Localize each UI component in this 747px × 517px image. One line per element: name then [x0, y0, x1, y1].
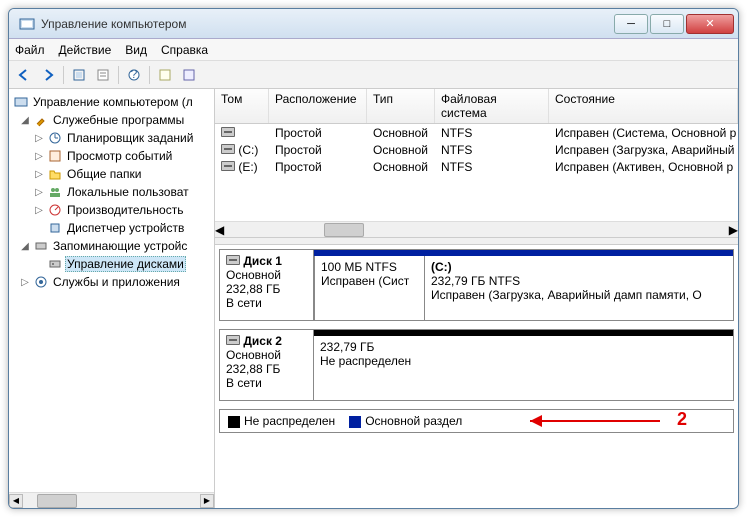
col-type[interactable]: Тип: [367, 89, 435, 123]
scroll-left-icon[interactable]: ◀: [9, 494, 23, 508]
window: Управление компьютером ─ □ ✕ Файл Действ…: [8, 8, 739, 509]
volume-icon: [221, 161, 235, 171]
close-button[interactable]: ✕: [686, 14, 734, 34]
menu-action[interactable]: Действие: [59, 43, 112, 57]
col-layout[interactable]: Расположение: [269, 89, 367, 123]
tree-hscrollbar[interactable]: ◀ ▶: [9, 492, 214, 508]
tree-eventviewer[interactable]: ▷ Просмотр событий: [9, 147, 214, 165]
maximize-button[interactable]: □: [650, 14, 684, 34]
disk-1-info: Диск 1 Основной 232,88 ГБ В сети: [220, 250, 314, 320]
expand-icon[interactable]: ▷: [33, 187, 45, 198]
scroll-thumb[interactable]: [37, 494, 77, 508]
scroll-right-icon[interactable]: ▶: [729, 223, 738, 237]
help-button[interactable]: ?: [123, 64, 145, 86]
disk-2[interactable]: Диск 2 Основной 232,88 ГБ В сети 232,79 …: [219, 329, 734, 401]
grid-hscrollbar[interactable]: ◀ ▶: [215, 221, 738, 237]
tree-root[interactable]: Управление компьютером (л: [9, 93, 214, 111]
disk-layout-panel: Диск 1 Основной 232,88 ГБ В сети 100 МБ …: [215, 245, 738, 508]
legend: Не распределен Основной раздел: [219, 409, 734, 433]
properties-button[interactable]: [92, 64, 114, 86]
svg-text:?: ?: [131, 68, 138, 81]
tree-diskmgmt[interactable]: Управление дисками: [9, 255, 214, 273]
volume-icon: [221, 127, 235, 137]
event-icon: [47, 148, 63, 164]
tree-storage[interactable]: ◢ Запоминающие устройс: [9, 237, 214, 255]
forward-button[interactable]: [37, 64, 59, 86]
disk-icon: Диск 1: [226, 254, 307, 268]
disk-1-partition-1[interactable]: 100 МБ NTFS Исправен (Сист: [314, 256, 424, 320]
collapse-icon[interactable]: ◢: [19, 241, 31, 252]
legend-unallocated: Не распределен: [228, 414, 335, 428]
volume-row[interactable]: (E:) Простой Основной NTFS Исправен (Акт…: [215, 158, 738, 175]
storage-icon: [33, 238, 49, 254]
disk-2-info: Диск 2 Основной 232,88 ГБ В сети: [220, 330, 314, 400]
tree-scheduler[interactable]: ▷ Планировщик заданий: [9, 129, 214, 147]
menu-view[interactable]: Вид: [125, 43, 147, 57]
expand-icon[interactable]: ▷: [33, 151, 45, 162]
list-button[interactable]: [178, 64, 200, 86]
tree-devmgr[interactable]: Диспетчер устройств: [9, 219, 214, 237]
tools-icon: [33, 112, 49, 128]
disk-1-partition-2[interactable]: (C:) 232,79 ГБ NTFS Исправен (Загрузка, …: [424, 256, 733, 320]
scroll-thumb[interactable]: [324, 223, 364, 237]
legend-primary: Основной раздел: [349, 414, 462, 428]
minimize-button[interactable]: ─: [614, 14, 648, 34]
back-button[interactable]: [13, 64, 35, 86]
scroll-right-icon[interactable]: ▶: [200, 494, 214, 508]
toolbar: ?: [9, 61, 738, 89]
expand-icon[interactable]: ▷: [33, 205, 45, 216]
volume-grid-body: Простой Основной NTFS Исправен (Система,…: [215, 124, 738, 175]
scroll-left-icon[interactable]: ◀: [215, 223, 224, 237]
tree-panel: Управление компьютером (л ◢ Служебные пр…: [9, 89, 215, 508]
app-icon: [19, 16, 35, 32]
tree-utilities[interactable]: ◢ Служебные программы: [9, 111, 214, 129]
tree-services[interactable]: ▷ Службы и приложения: [9, 273, 214, 291]
disk-icon: Диск 2: [226, 334, 307, 348]
col-status[interactable]: Состояние: [549, 89, 738, 123]
menu-help[interactable]: Справка: [161, 43, 208, 57]
expand-icon[interactable]: ▷: [33, 133, 45, 144]
volume-row[interactable]: Простой Основной NTFS Исправен (Система,…: [215, 124, 738, 141]
device-icon: [47, 220, 63, 236]
mmc-icon: [13, 94, 29, 110]
disk-icon: [47, 256, 63, 272]
tree-perf[interactable]: ▷ Производительность: [9, 201, 214, 219]
content-panel: Том Расположение Тип Файловая система Со…: [215, 89, 738, 508]
refresh-button[interactable]: [154, 64, 176, 86]
volume-icon: [221, 144, 235, 154]
menu-file[interactable]: Файл: [15, 43, 45, 57]
menubar: Файл Действие Вид Справка: [9, 39, 738, 61]
tree-shared[interactable]: ▷ Общие папки: [9, 165, 214, 183]
users-icon: [47, 184, 63, 200]
collapse-icon[interactable]: ◢: [19, 115, 31, 126]
tree-localusers[interactable]: ▷ Локальные пользоват: [9, 183, 214, 201]
splitter[interactable]: [215, 237, 738, 245]
up-button[interactable]: [68, 64, 90, 86]
disk-2-unallocated[interactable]: 232,79 ГБ Не распределен: [314, 336, 733, 400]
volume-row[interactable]: (C:) Простой Основной NTFS Исправен (Заг…: [215, 141, 738, 158]
services-icon: [33, 274, 49, 290]
volume-grid-header: Том Расположение Тип Файловая система Со…: [215, 89, 738, 124]
window-title: Управление компьютером: [41, 17, 614, 31]
perf-icon: [47, 202, 63, 218]
expand-icon[interactable]: ▷: [19, 277, 31, 288]
clock-icon: [47, 130, 63, 146]
col-volume[interactable]: Том: [215, 89, 269, 123]
expand-icon[interactable]: ▷: [33, 169, 45, 180]
folder-icon: [47, 166, 63, 182]
titlebar: Управление компьютером ─ □ ✕: [9, 9, 738, 39]
col-fs[interactable]: Файловая система: [435, 89, 549, 123]
disk-1[interactable]: Диск 1 Основной 232,88 ГБ В сети 100 МБ …: [219, 249, 734, 321]
